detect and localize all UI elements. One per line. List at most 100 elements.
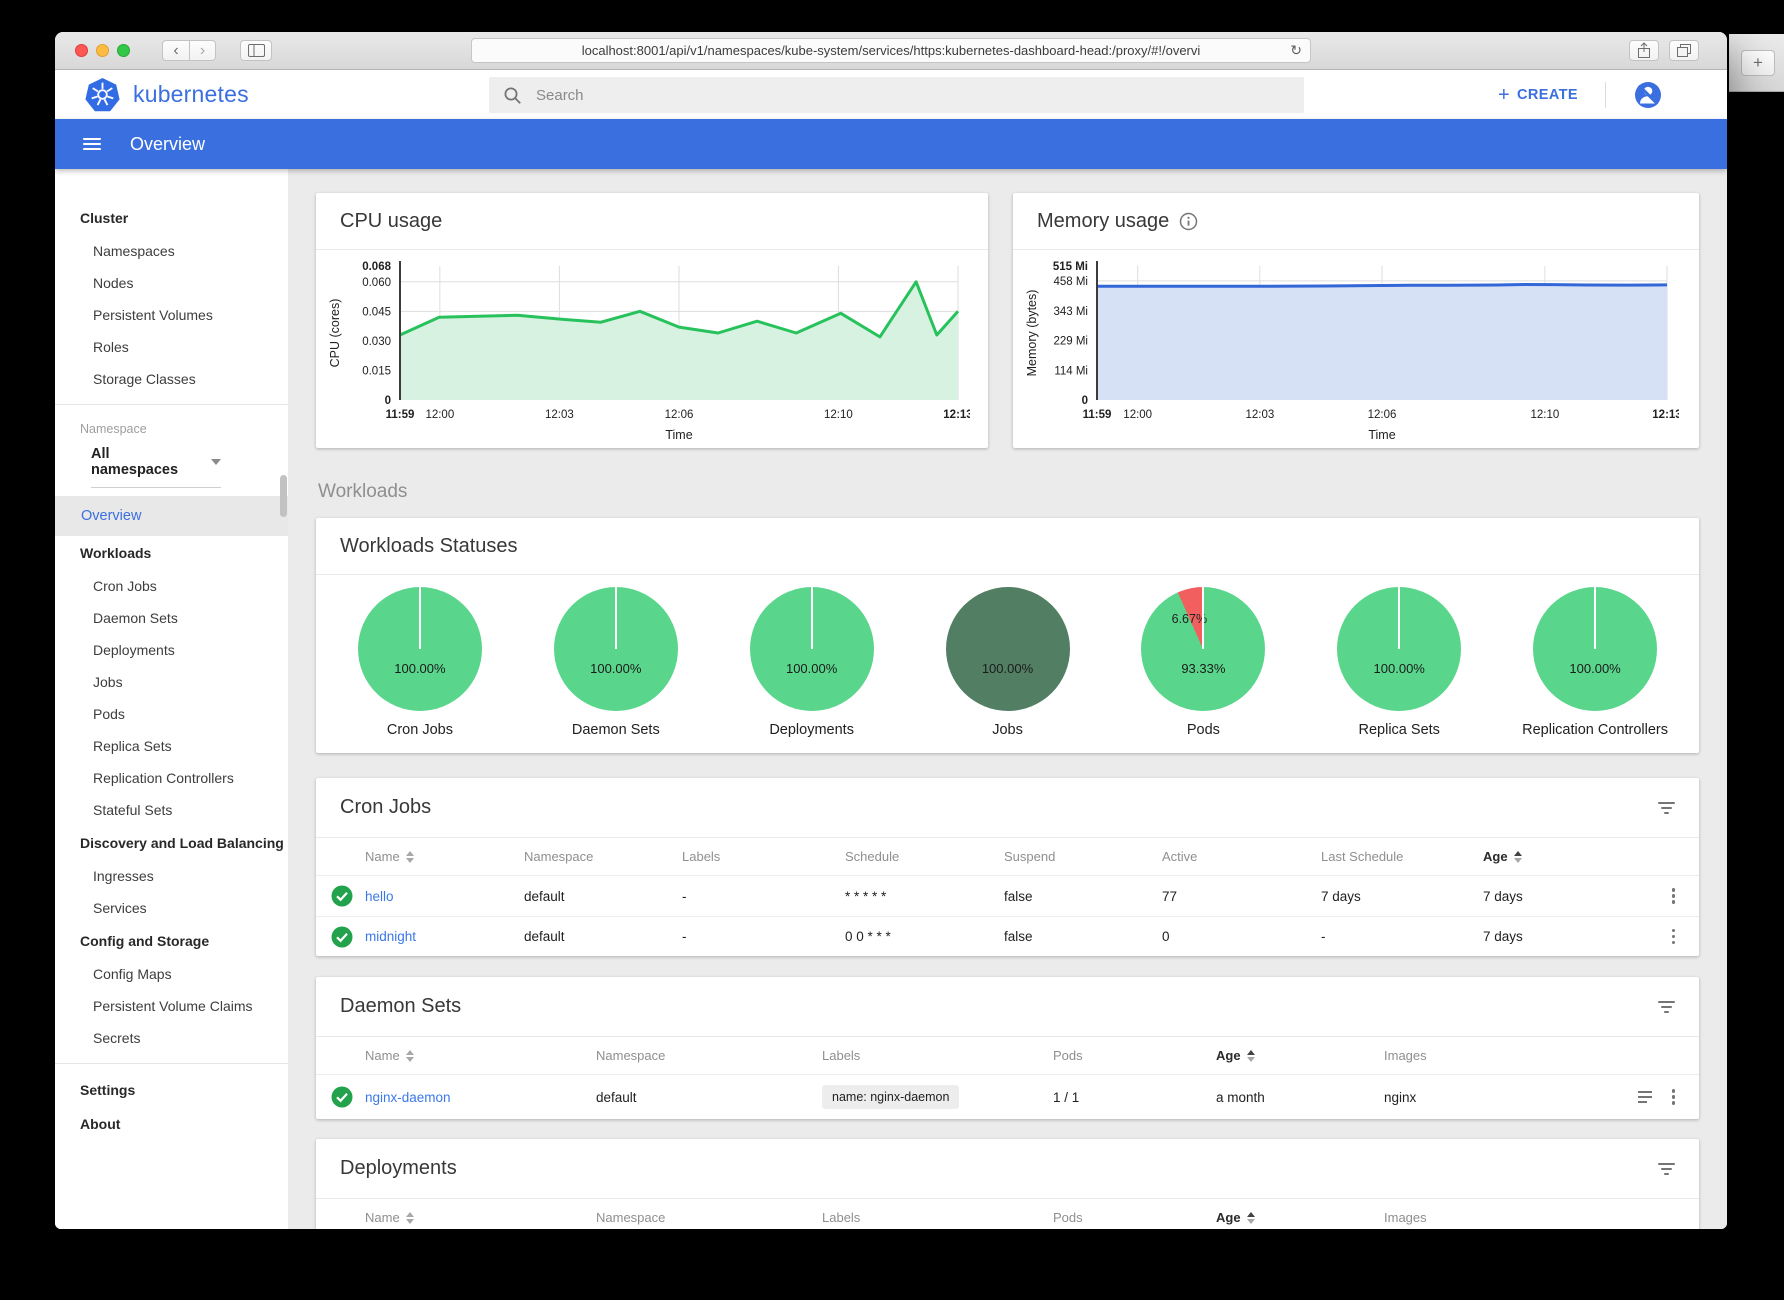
sidebar-item-config-maps[interactable]: Config Maps bbox=[55, 958, 288, 990]
column-header-labels[interactable]: Labels bbox=[822, 1210, 1053, 1225]
address-bar[interactable]: localhost:8001/api/v1/namespaces/kube-sy… bbox=[471, 38, 1311, 63]
sidebar-item-storage-classes[interactable]: Storage Classes bbox=[55, 363, 288, 395]
kebab-menu-icon[interactable] bbox=[1671, 928, 1675, 945]
search-bar[interactable] bbox=[489, 77, 1304, 113]
svg-text:0.030: 0.030 bbox=[362, 336, 391, 348]
filter-icon[interactable] bbox=[1658, 1162, 1675, 1175]
column-header-schedule[interactable]: Schedule bbox=[845, 849, 1004, 864]
share-icon bbox=[1638, 42, 1650, 58]
create-button[interactable]: + CREATE bbox=[1498, 85, 1578, 105]
workloads-section-label: Workloads bbox=[318, 481, 408, 502]
sidebar-item-daemon-sets[interactable]: Daemon Sets bbox=[55, 602, 288, 634]
zoom-window-button[interactable] bbox=[117, 44, 130, 57]
pie-percent-label: 100.00% bbox=[1373, 661, 1425, 676]
namespace-select[interactable]: All namespaces bbox=[91, 446, 221, 488]
column-header-pods[interactable]: Pods bbox=[1053, 1210, 1216, 1225]
cron-jobs-title: Cron Jobs bbox=[340, 796, 432, 818]
info-icon[interactable] bbox=[1179, 212, 1198, 231]
column-header-name[interactable]: Name bbox=[316, 1048, 596, 1063]
sidebar-item-ingresses[interactable]: Ingresses bbox=[55, 860, 288, 892]
minimize-window-button[interactable] bbox=[96, 44, 109, 57]
window-controls bbox=[75, 44, 130, 57]
column-header-labels[interactable]: Labels bbox=[822, 1048, 1053, 1063]
column-header-name[interactable]: Name bbox=[316, 849, 524, 864]
close-window-button[interactable] bbox=[75, 44, 88, 57]
svg-text:114 Mi: 114 Mi bbox=[1054, 365, 1088, 377]
column-header-age[interactable]: Age bbox=[1216, 1048, 1384, 1063]
pie-chart: 100.00% bbox=[749, 587, 874, 711]
sidebar-item-persistent-volume-claims[interactable]: Persistent Volume Claims bbox=[55, 990, 288, 1022]
back-button[interactable]: ‹ bbox=[162, 40, 189, 61]
sidebar-item-about[interactable]: About bbox=[55, 1107, 288, 1141]
cron-jobs-card: Cron Jobs Name Namespace Labels Schedule… bbox=[316, 778, 1699, 956]
sidebar-item-stateful-sets[interactable]: Stateful Sets bbox=[55, 794, 288, 826]
sidebar-item-nodes[interactable]: Nodes bbox=[55, 267, 288, 299]
kebab-menu-icon[interactable] bbox=[1671, 888, 1675, 904]
svg-text:12:10: 12:10 bbox=[824, 409, 853, 421]
cron-job-link[interactable]: midnight bbox=[365, 929, 416, 944]
sidebar-item-roles[interactable]: Roles bbox=[55, 331, 288, 363]
check-circle-icon bbox=[331, 1086, 353, 1108]
sidebar-item-jobs[interactable]: Jobs bbox=[55, 666, 288, 698]
pie-category-label: Cron Jobs bbox=[386, 722, 453, 738]
memory-usage-card: Memory usage 0 114 Mi 229 Mi 343 Mi 458 Mi 51… bbox=[1013, 193, 1699, 448]
column-header-images[interactable]: Images bbox=[1384, 1210, 1600, 1225]
daemon-set-link[interactable]: nginx-daemon bbox=[365, 1090, 451, 1105]
svg-text:12:00: 12:00 bbox=[1123, 409, 1152, 421]
sidebar-item-replication-controllers[interactable]: Replication Controllers bbox=[55, 762, 288, 794]
column-header-age[interactable]: Age bbox=[1483, 849, 1640, 864]
show-tabs-button[interactable] bbox=[1669, 40, 1699, 61]
column-header-name[interactable]: Name bbox=[316, 1210, 596, 1225]
svg-text:0.045: 0.045 bbox=[362, 306, 391, 318]
sidebar-section-cluster: Cluster bbox=[80, 210, 129, 226]
svg-text:0.015: 0.015 bbox=[362, 365, 391, 377]
pie-percent-label: 100.00% bbox=[785, 661, 838, 676]
sidebar-item-replica-sets[interactable]: Replica Sets bbox=[55, 730, 288, 762]
sidebar-item-overview[interactable]: Overview bbox=[55, 496, 288, 536]
svg-text:12:13: 12:13 bbox=[943, 409, 970, 421]
sidebar-item-settings[interactable]: Settings bbox=[55, 1073, 288, 1107]
column-header-suspend[interactable]: Suspend bbox=[1004, 849, 1162, 864]
person-slash-icon[interactable] bbox=[1633, 80, 1663, 110]
sidebar-item-persistent-volumes[interactable]: Persistent Volumes bbox=[55, 299, 288, 331]
workload-status-pie: 100.00% Deployments bbox=[714, 587, 910, 738]
column-header-pods[interactable]: Pods bbox=[1053, 1048, 1216, 1063]
sidebar-item-deployments[interactable]: Deployments bbox=[55, 634, 288, 666]
sort-icon bbox=[405, 1211, 414, 1224]
sidebar-item-cron-jobs[interactable]: Cron Jobs bbox=[55, 570, 288, 602]
cpu-usage-chart: 0 0.015 0.030 0.045 0.060 0.068 11:59 12:00 12:0… bbox=[316, 250, 988, 451]
column-header-namespace[interactable]: Namespace bbox=[596, 1048, 822, 1063]
column-header-namespace[interactable]: Namespace bbox=[524, 849, 682, 864]
background-window-tab-bar: + bbox=[1729, 34, 1784, 92]
reload-icon[interactable]: ↻ bbox=[1290, 42, 1302, 59]
kubernetes-brand[interactable]: kubernetes bbox=[85, 77, 249, 112]
column-header-age[interactable]: Age bbox=[1216, 1210, 1384, 1225]
background-new-tab-button[interactable]: + bbox=[1741, 50, 1775, 76]
cron-job-link[interactable]: hello bbox=[365, 889, 394, 904]
sidebar-scrollbar[interactable] bbox=[280, 475, 287, 517]
pie-chart: 100.00% bbox=[553, 587, 678, 711]
kebab-menu-icon[interactable] bbox=[1671, 1089, 1675, 1105]
search-input[interactable] bbox=[534, 85, 1234, 105]
logs-icon[interactable] bbox=[1637, 1091, 1652, 1103]
memory-usage-chart: 0 114 Mi 229 Mi 343 Mi 458 Mi 515 Mi 11:59 12:0… bbox=[1013, 250, 1699, 451]
column-header-namespace[interactable]: Namespace bbox=[596, 1210, 822, 1225]
sidebar-item-pods[interactable]: Pods bbox=[55, 698, 288, 730]
sidebar-item-namespaces[interactable]: Namespaces bbox=[55, 235, 288, 267]
hamburger-menu-icon[interactable] bbox=[83, 138, 101, 150]
svg-text:229 Mi: 229 Mi bbox=[1053, 335, 1088, 347]
filter-icon[interactable] bbox=[1658, 1000, 1675, 1013]
workload-status-pie: 100.00% Jobs bbox=[910, 587, 1106, 738]
filter-icon[interactable] bbox=[1658, 801, 1675, 814]
column-header-labels[interactable]: Labels bbox=[682, 849, 845, 864]
column-header-images[interactable]: Images bbox=[1384, 1048, 1600, 1063]
column-header-active[interactable]: Active bbox=[1162, 849, 1321, 864]
sidebar-item-services[interactable]: Services bbox=[55, 892, 288, 924]
sidebar-item-secrets[interactable]: Secrets bbox=[55, 1022, 288, 1054]
sidebar-toggle-button[interactable] bbox=[240, 40, 272, 61]
cpu-usage-card: CPU usage 0 0.015 0.030 0.045 0.060 0.068 11:5… bbox=[316, 193, 988, 448]
column-header-last-schedule[interactable]: Last Schedule bbox=[1321, 849, 1483, 864]
forward-button[interactable]: › bbox=[189, 40, 216, 61]
share-button[interactable] bbox=[1629, 40, 1659, 61]
pie-tick bbox=[810, 587, 813, 649]
